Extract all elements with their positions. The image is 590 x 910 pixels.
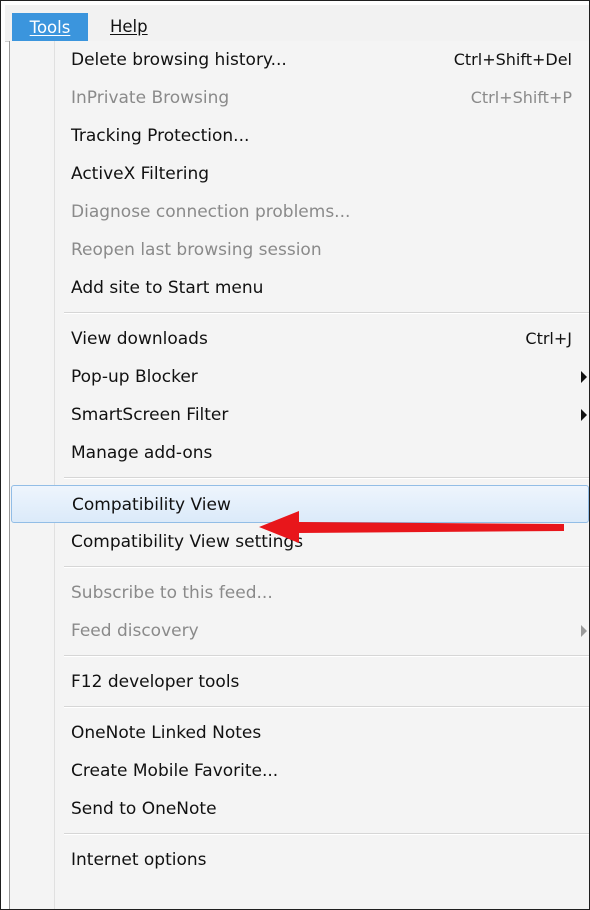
menu-item-label: Send to OneNote	[71, 799, 217, 819]
menu-item-reopen-last-browsing-session: Reopen last browsing session	[9, 231, 589, 269]
menu-item-label: Subscribe to this feed...	[71, 583, 273, 603]
menu-item-label: Diagnose connection problems...	[71, 202, 351, 222]
menu-item-label: SmartScreen Filter	[71, 405, 229, 425]
menu-separator	[64, 477, 589, 479]
menu-item-diagnose-connection-problems: Diagnose connection problems...	[9, 193, 589, 231]
menu-item-label: Add site to Start menu	[71, 278, 264, 298]
menu-item-label: Reopen last browsing session	[71, 240, 322, 260]
menu-item-view-downloads[interactable]: View downloads Ctrl+J	[9, 320, 589, 358]
menu-item-create-mobile-favorite[interactable]: Create Mobile Favorite...	[9, 752, 589, 790]
help-menu[interactable]: Help	[102, 12, 156, 42]
menu-item-onenote-linked-notes[interactable]: OneNote Linked Notes	[9, 714, 589, 752]
menu-item-label: Pop-up Blocker	[71, 367, 198, 387]
menu-item-pop-up-blocker[interactable]: Pop-up Blocker	[9, 358, 589, 396]
menu-item-manage-add-ons[interactable]: Manage add-ons	[9, 434, 589, 472]
menu-item-label: ActiveX Filtering	[71, 164, 210, 184]
menu-item-activex-filtering[interactable]: ActiveX Filtering	[9, 155, 589, 193]
menu-item-feed-discovery: Feed discovery	[9, 612, 589, 650]
menu-separator	[64, 566, 589, 568]
menu-item-subscribe-to-this-feed: Subscribe to this feed...	[9, 574, 589, 612]
menu-item-shortcut: Ctrl+Shift+P	[470, 88, 572, 107]
menu-separator	[64, 312, 589, 314]
menu-item-shortcut: Ctrl+J	[525, 329, 572, 348]
menu-item-label: Delete browsing history...	[71, 50, 287, 70]
menu-item-label: Compatibility View	[72, 495, 231, 515]
menu-item-label: OneNote Linked Notes	[71, 723, 262, 743]
menu-item-label: InPrivate Browsing	[71, 88, 230, 108]
red-arrow-icon	[259, 511, 564, 543]
menu-item-shortcut: Ctrl+Shift+Del	[453, 50, 572, 69]
menu-separator	[64, 833, 589, 835]
menu-item-label: View downloads	[71, 329, 208, 349]
menu-item-label: Internet options	[71, 850, 207, 870]
tools-menu[interactable]: Tools	[12, 13, 88, 43]
menu-item-add-site-to-start-menu[interactable]: Add site to Start menu	[9, 269, 589, 307]
menu-separator	[64, 655, 589, 657]
menu-item-f12-developer-tools[interactable]: F12 developer tools	[9, 663, 589, 701]
menu-item-send-to-onenote[interactable]: Send to OneNote	[9, 790, 589, 828]
menu-item-delete-browsing-history[interactable]: Delete browsing history... Ctrl+Shift+Del	[9, 41, 589, 79]
menu-item-tracking-protection[interactable]: Tracking Protection...	[9, 117, 589, 155]
menu-item-label: Create Mobile Favorite...	[71, 761, 279, 781]
menu-item-label: Feed discovery	[71, 621, 199, 641]
menu-item-label: Tracking Protection...	[71, 126, 250, 146]
menu-item-inprivate-browsing: InPrivate Browsing Ctrl+Shift+P	[9, 79, 589, 117]
submenu-arrow-icon	[581, 409, 587, 421]
menu-item-internet-options[interactable]: Internet options	[9, 841, 589, 879]
menu-item-smartscreen-filter[interactable]: SmartScreen Filter	[9, 396, 589, 434]
ie-tools-menu-screenshot: Tools Help Delete browsing history... Ctr…	[0, 0, 590, 910]
menu-separator	[64, 706, 589, 708]
submenu-arrow-icon	[581, 625, 587, 637]
submenu-arrow-icon	[581, 371, 587, 383]
menu-item-label: Manage add-ons	[71, 443, 213, 463]
menu-item-label: F12 developer tools	[71, 672, 240, 692]
menu-bar: Tools Help	[5, 5, 589, 43]
